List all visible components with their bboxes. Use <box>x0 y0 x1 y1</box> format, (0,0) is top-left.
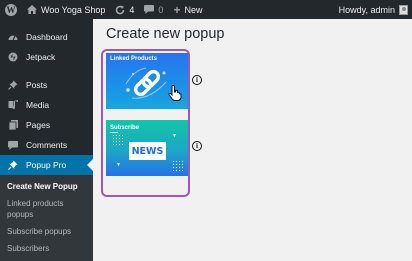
comments-count: 0 <box>158 4 164 15</box>
sidebar-item-posts[interactable]: Posts <box>0 75 93 95</box>
submenu-subscribers[interactable]: Subscribers <box>0 240 93 257</box>
site-name-link[interactable]: Woo Yoga Shop <box>22 0 110 19</box>
avatar <box>399 4 408 15</box>
sidebar-item-label: Posts <box>26 80 48 90</box>
sidebar-item-pages[interactable]: Pages <box>0 115 93 135</box>
sidebar-item-label: Pages <box>26 120 51 130</box>
dot-pattern <box>172 160 184 172</box>
sidebar-item-label: Media <box>26 100 50 110</box>
sidebar-item-popup-pro[interactable]: Popup Pro <box>0 155 93 175</box>
media-icon <box>7 100 19 110</box>
updates-count: 4 <box>129 4 135 15</box>
pin-icon <box>7 80 19 90</box>
my-account-menu[interactable]: Howdy, admin <box>338 4 412 15</box>
admin-bar: W Woo Yoga Shop 4 0 + New Howdy, admin <box>0 0 412 19</box>
submenu-create-new-popup[interactable]: Create New Popup <box>0 178 93 195</box>
label-underline <box>110 132 118 133</box>
subscribe-popup-card[interactable]: Subscribe ▼ ▼ NEWS <box>106 120 188 176</box>
info-icon[interactable]: i <box>192 75 202 85</box>
new-label: New <box>184 4 203 15</box>
submenu-subscribe-popups[interactable]: Subscribe popups <box>0 223 93 240</box>
home-icon <box>27 5 37 14</box>
triangle-icon: ▼ <box>116 162 121 168</box>
triangle-icon: ▼ <box>172 133 177 139</box>
sidebar-item-dashboard[interactable]: Dashboard <box>0 27 93 47</box>
info-icon[interactable]: i <box>192 141 202 151</box>
submenu-linked-products-popups[interactable]: Linked products popups <box>0 195 93 223</box>
sidebar-item-label: Dashboard <box>26 32 68 42</box>
popup-pro-submenu: Create New Popup Linked products popups … <box>0 175 93 261</box>
howdy-greeting: Howdy, admin <box>338 4 395 15</box>
sidebar-item-label: Popup Pro <box>26 160 67 170</box>
site-name: Woo Yoga Shop <box>41 4 106 15</box>
comment-icon <box>144 5 155 14</box>
new-content-link[interactable]: + New <box>168 0 207 19</box>
dot-pattern <box>112 134 124 146</box>
sidebar-item-media[interactable]: Media <box>0 95 93 115</box>
wp-logo-menu[interactable]: W <box>0 0 22 19</box>
sidebar-item-jetpack[interactable]: Jetpack <box>0 47 93 67</box>
sidebar-item-label: Jetpack <box>26 52 56 62</box>
pages-icon <box>7 120 19 130</box>
admin-sidebar: Dashboard Jetpack Posts Media Pages Comm… <box>0 19 93 261</box>
pin-icon <box>7 160 19 170</box>
page-title: Create new popup <box>106 26 225 42</box>
news-badge: NEWS <box>129 142 166 160</box>
hand-cursor-icon <box>168 85 182 101</box>
sidebar-item-comments[interactable]: Comments <box>0 135 93 155</box>
sidebar-item-label: Comments <box>26 140 68 150</box>
wordpress-icon: W <box>5 3 17 16</box>
card-label: Subscribe <box>110 125 140 131</box>
plus-icon: + <box>173 2 181 17</box>
jetpack-icon <box>7 52 19 62</box>
link-icon <box>124 64 170 102</box>
comment-icon <box>7 140 19 150</box>
card-label: Linked Products <box>110 56 158 62</box>
main-content: Create new popup Linked Products i Subsc… <box>93 19 412 261</box>
dashboard-icon <box>7 33 19 42</box>
updates-link[interactable]: 4 <box>110 0 139 19</box>
refresh-icon <box>115 5 125 15</box>
comments-link[interactable]: 0 <box>139 0 168 19</box>
linked-products-popup-card[interactable]: Linked Products <box>106 53 188 109</box>
